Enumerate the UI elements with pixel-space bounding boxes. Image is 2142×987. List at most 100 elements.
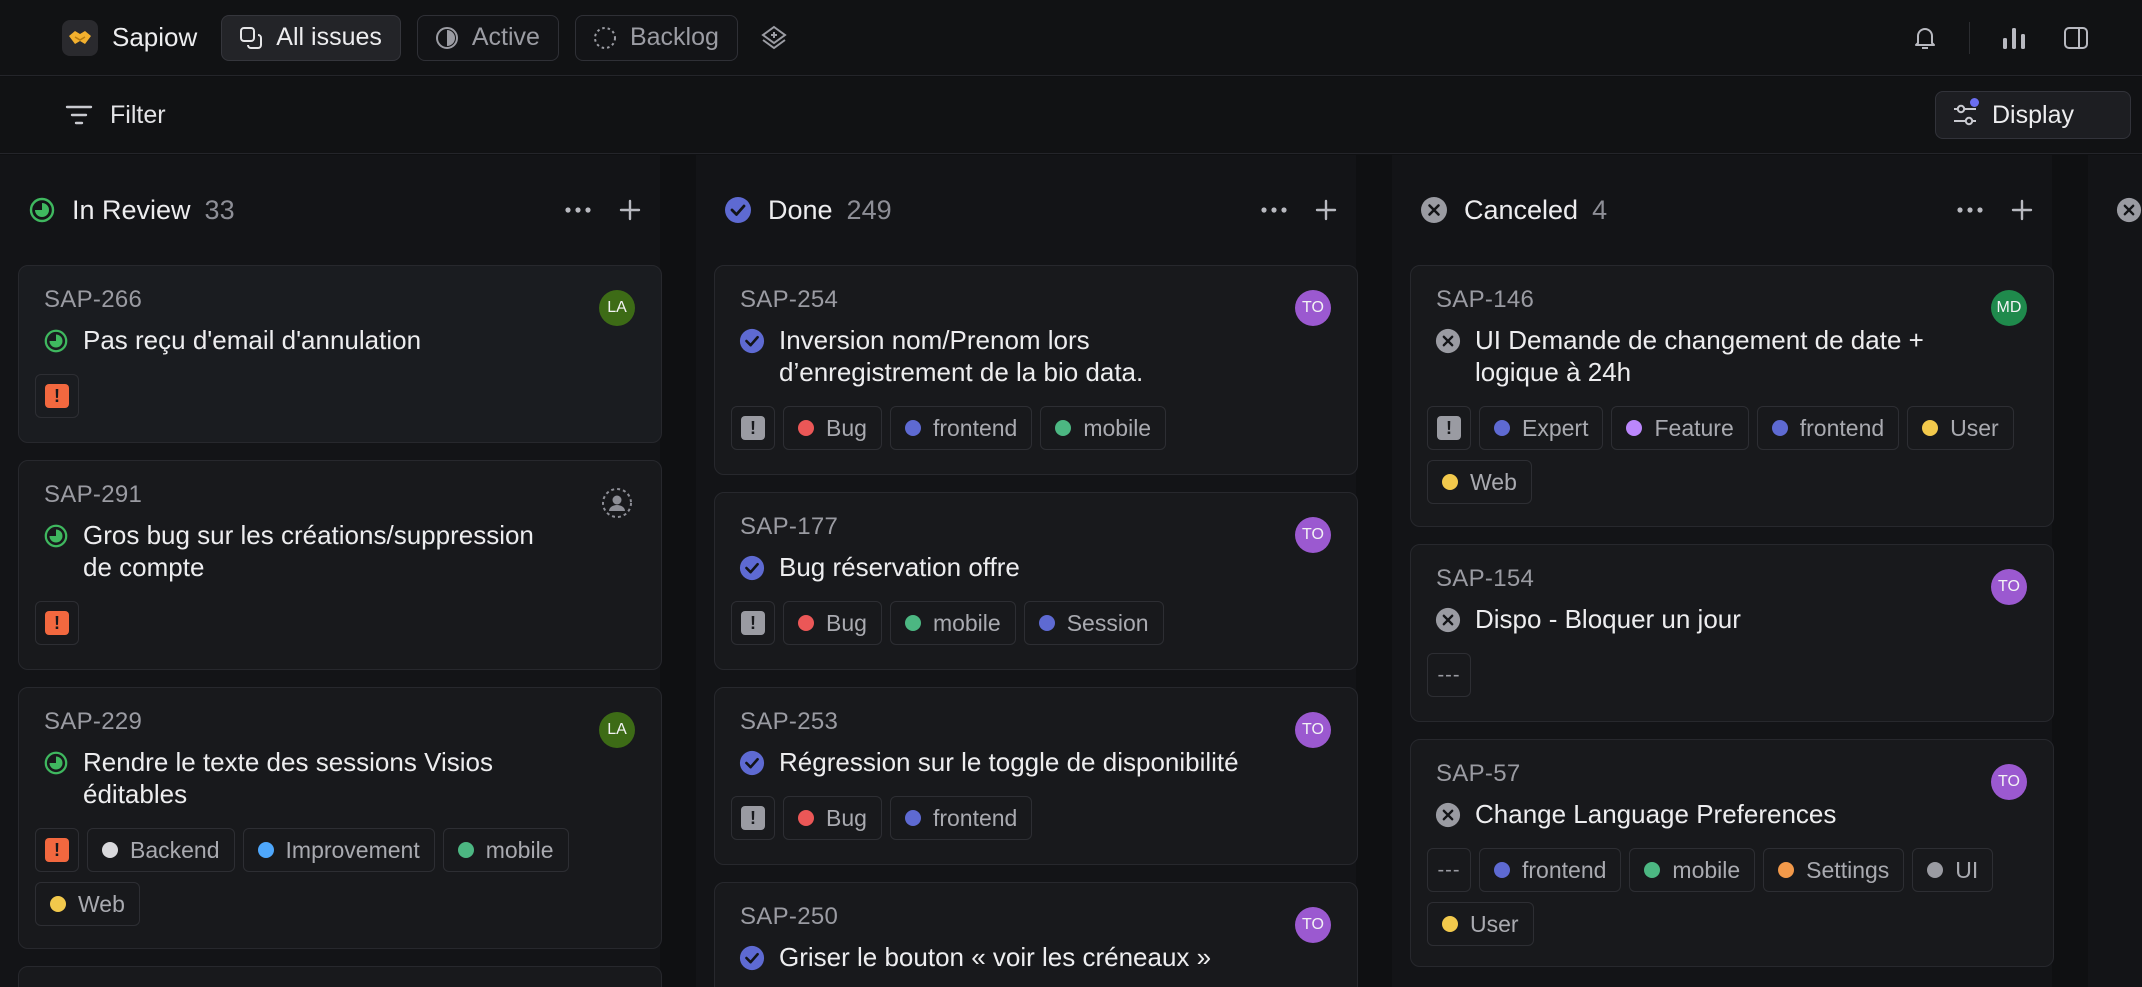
filter-label: Filter (110, 100, 166, 129)
assignee-avatar[interactable]: TO (1991, 569, 2027, 605)
in-review-status-icon[interactable] (43, 750, 69, 776)
issue-card[interactable] (18, 966, 662, 987)
issue-key: SAP-57 (1436, 760, 1521, 787)
label-chip[interactable]: Feature (1611, 406, 1749, 450)
workspace-name[interactable]: Sapiow (112, 22, 197, 53)
label-chip[interactable]: frontend (1479, 848, 1622, 892)
issue-card[interactable]: SAP-254 TO Inversion nom/Prenom lors d’en… (714, 265, 1358, 475)
issue-card[interactable]: SAP-266 LA Pas reçu d'email d'annulation… (18, 265, 662, 443)
assignee-avatar[interactable]: LA (599, 290, 635, 326)
tab-all-issues[interactable]: All issues (221, 14, 401, 61)
assignee-avatar[interactable]: TO (1991, 764, 2027, 800)
add-icon[interactable] (1306, 190, 1346, 230)
canceled-status-icon[interactable] (1435, 328, 1461, 354)
add-icon[interactable] (610, 190, 650, 230)
urgent-priority-icon[interactable]: ! (35, 374, 79, 418)
issue-title-row: Pas reçu d'email d'annulation (43, 324, 421, 356)
label-chip[interactable]: Backend (87, 828, 235, 872)
issue-card[interactable]: SAP-250 TO Griser le bouton « voir les c… (714, 882, 1358, 987)
half-circle-icon (435, 26, 458, 49)
assignee-avatar[interactable]: LA (599, 712, 635, 748)
display-button[interactable]: Display (1935, 91, 2131, 139)
bell-icon[interactable] (1905, 18, 1945, 58)
label-chip[interactable]: Session (1023, 601, 1164, 645)
label-chip[interactable]: mobile (889, 601, 1016, 645)
label-chip[interactable]: UI (1912, 848, 1994, 892)
assignee-avatar[interactable]: TO (1295, 712, 1331, 748)
urgent-priority-icon[interactable]: ! (35, 601, 79, 645)
no-priority-icon[interactable]: --- (1427, 653, 1471, 697)
high-priority-icon[interactable]: ! (731, 601, 775, 645)
label-chip[interactable]: User (1427, 902, 1534, 946)
in-review-status-icon[interactable] (43, 328, 69, 354)
done-status-icon[interactable] (739, 328, 765, 354)
label-chip[interactable]: Bug (783, 601, 882, 645)
column-header (2088, 155, 2142, 265)
column-canceled: Canceled 4 SAP-146 MD UI Demande de chan… (1392, 155, 2054, 987)
top-bar: Sapiow All issues Active Backlog (0, 0, 2142, 76)
tab-backlog[interactable]: Backlog (574, 14, 738, 61)
issue-card[interactable]: SAP-146 MD UI Demande de changement de d… (1410, 265, 2054, 527)
add-icon[interactable] (2002, 190, 2042, 230)
issue-key: SAP-154 (1436, 565, 1535, 592)
label-chip[interactable]: frontend (889, 406, 1033, 450)
column-header: In Review 33 (0, 155, 660, 265)
label-chip[interactable]: Bug (783, 796, 882, 840)
high-priority-icon[interactable]: ! (1427, 406, 1471, 450)
label-chip[interactable]: frontend (1756, 406, 1900, 450)
assignee-avatar[interactable]: MD (1991, 290, 2027, 326)
label-chip[interactable]: Settings (1763, 848, 1905, 892)
panel-toggle-icon[interactable] (2056, 18, 2096, 58)
assignee-avatar[interactable]: TO (1295, 290, 1331, 326)
label-chip[interactable]: Bug (783, 406, 882, 450)
issue-card[interactable]: SAP-229 LA Rendre le texte des sessions … (18, 687, 662, 949)
no-priority-icon[interactable]: --- (1427, 848, 1471, 892)
label-chip[interactable]: frontend (889, 796, 1033, 840)
assignee-avatar[interactable]: TO (1295, 907, 1331, 943)
issue-title: Régression sur le toggle de disponibilit… (779, 747, 1239, 777)
label-chip[interactable]: User (1907, 406, 2014, 450)
issue-card[interactable]: SAP-177 TO Bug réservation offre ! Bug m… (714, 492, 1358, 670)
issue-card[interactable]: SAP-154 TO Dispo - Bloquer un jour --- (1410, 544, 2054, 722)
layers-icon[interactable] (754, 18, 794, 58)
high-priority-icon[interactable]: ! (731, 796, 775, 840)
assignee-avatar[interactable]: TO (1295, 517, 1331, 553)
label-color-dot (1055, 420, 1072, 436)
issue-key: SAP-253 (740, 708, 839, 735)
kanban-board: In Review 33 SAP-266 LA Pas reçu d'email… (0, 155, 2142, 987)
done-status-icon[interactable] (739, 945, 765, 971)
label-chip[interactable]: Web (1427, 460, 1532, 504)
canceled-status-icon[interactable] (1435, 607, 1461, 633)
canceled-status-icon[interactable] (1435, 802, 1461, 828)
label-chip[interactable]: mobile (1629, 848, 1756, 892)
high-priority-icon[interactable]: ! (731, 406, 775, 450)
issue-properties: ! Bug frontend (731, 796, 1341, 840)
workspace-logo[interactable] (62, 19, 98, 56)
tab-label: Active (471, 23, 540, 51)
label-color-dot (798, 420, 814, 436)
bar-chart-icon[interactable] (1994, 18, 2034, 58)
label-chip[interactable]: Web (35, 882, 140, 926)
issue-title-row: Gros bug sur les créations/suppression de… (43, 519, 534, 583)
issue-card[interactable]: SAP-291 Gros bug sur les créations/suppr… (18, 460, 662, 670)
column-done: Done 249 SAP-254 TO Inversion nom/Prenom… (696, 155, 1358, 987)
in-review-status-icon[interactable] (43, 523, 69, 549)
label-chip[interactable]: Improvement (242, 828, 435, 872)
issue-card[interactable]: SAP-57 TO Change Language Preferences --… (1410, 739, 2054, 967)
issue-card[interactable]: SAP-253 TO Régression sur le toggle de d… (714, 687, 1358, 865)
label-chip[interactable]: mobile (442, 828, 569, 872)
issue-title: Inversion nom/Prenom lors d’enregistremen… (779, 325, 1144, 387)
more-icon[interactable] (1254, 190, 1294, 230)
unassigned-avatar-icon[interactable] (599, 485, 635, 521)
label-chip[interactable]: Expert (1479, 406, 1604, 450)
filter-button[interactable]: Filter (64, 101, 166, 130)
tab-active[interactable]: Active (416, 14, 559, 61)
done-status-icon[interactable] (739, 750, 765, 776)
done-status-icon[interactable] (739, 555, 765, 581)
more-icon[interactable] (558, 190, 598, 230)
more-icon[interactable] (1950, 190, 1990, 230)
label-chip[interactable]: mobile (1040, 406, 1167, 450)
urgent-priority-icon[interactable]: ! (35, 828, 79, 872)
label-color-dot (1927, 862, 1944, 878)
issue-title: Gros bug sur les créations/suppression de… (83, 520, 534, 582)
